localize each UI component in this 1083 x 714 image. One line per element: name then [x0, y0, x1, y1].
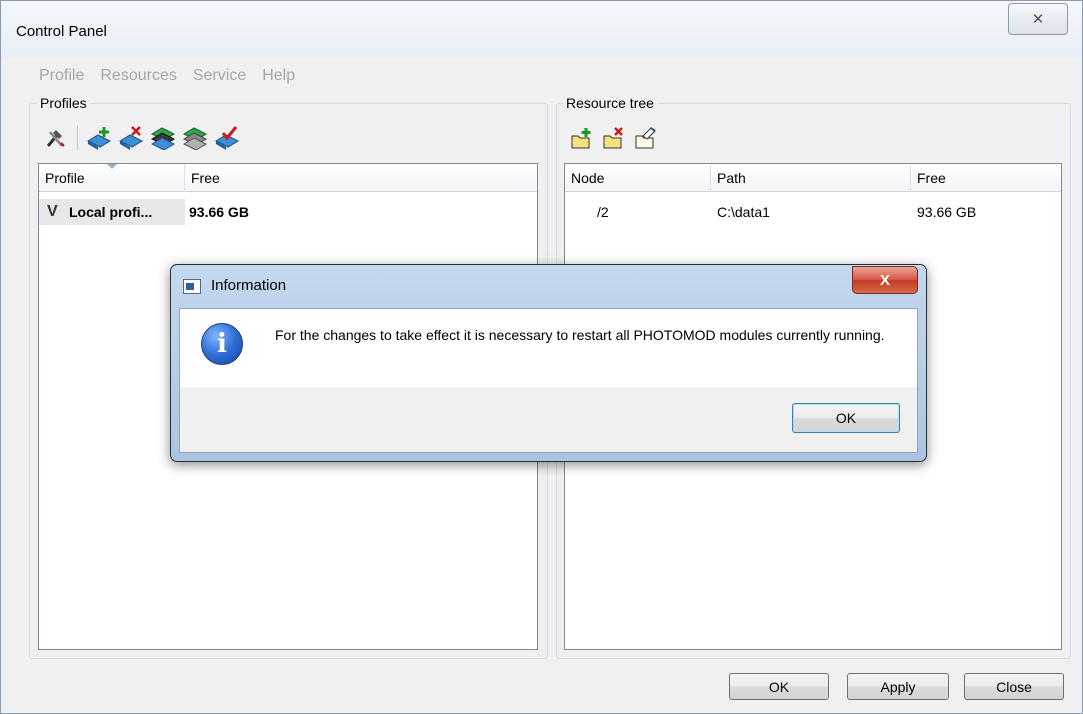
activate-profile-button[interactable] — [212, 125, 242, 151]
profile-row[interactable]: V Local profi... 93.66 GB — [39, 199, 537, 225]
dialog-content: i For the changes to take effect it is n… — [180, 309, 917, 387]
edit-folder-button[interactable] — [631, 125, 661, 151]
profiles-list-header: Profile Free — [39, 164, 537, 192]
information-dialog: Information X i For the changes to take … — [170, 264, 927, 462]
info-icon-glyph: i — [217, 329, 227, 359]
profile-active-check-icon: V — [47, 203, 58, 220]
menu-resources[interactable]: Resources — [94, 65, 182, 89]
close-button[interactable]: Close — [964, 673, 1064, 700]
menu-service[interactable]: Service — [187, 65, 252, 89]
resource-tree-group-label: Resource tree — [563, 95, 657, 111]
remove-profile-button[interactable] — [116, 125, 146, 151]
profiles-toolbar — [41, 125, 242, 151]
window-close-button[interactable]: ✕ — [1008, 3, 1068, 35]
apply-button[interactable]: Apply — [847, 673, 949, 700]
remove-folder-button[interactable] — [599, 125, 629, 151]
add-profile-icon — [86, 127, 112, 150]
resource-row[interactable]: /2 C:\data1 93.66 GB — [565, 199, 1061, 225]
resource-toolbar — [567, 125, 661, 151]
add-folder-button[interactable] — [567, 125, 597, 151]
window-title: Control Panel — [16, 23, 107, 40]
dialog-message: For the changes to take effect it is nec… — [275, 327, 885, 343]
column-node[interactable]: Node — [565, 164, 711, 192]
dialog-title: Information — [211, 277, 287, 294]
menu-help[interactable]: Help — [256, 65, 301, 89]
profile-stack-icon — [150, 127, 176, 150]
close-icon: ✕ — [1031, 11, 1045, 28]
dialog-body: i For the changes to take effect it is n… — [179, 308, 918, 453]
close-icon: X — [879, 271, 890, 289]
add-folder-icon — [571, 128, 591, 149]
toolbar-separator — [77, 126, 78, 150]
profile-free: 93.66 GB — [189, 204, 249, 220]
add-profile-button[interactable] — [84, 125, 114, 151]
profile-stack-gray-button[interactable] — [180, 125, 210, 151]
column-free[interactable]: Free — [185, 164, 537, 192]
remove-folder-icon — [603, 127, 623, 149]
dialog-close-button[interactable]: X — [852, 266, 918, 294]
resource-tree-header: Node Path Free — [565, 164, 1061, 192]
tools-button[interactable] — [41, 125, 71, 151]
resource-path: C:\data1 — [717, 204, 770, 220]
resource-free: 93.66 GB — [917, 204, 977, 220]
activate-profile-icon — [214, 126, 240, 150]
edit-folder-icon — [635, 127, 656, 149]
profile-stack-gray-icon — [182, 127, 208, 150]
ok-button[interactable]: OK — [729, 673, 829, 700]
info-icon: i — [201, 323, 243, 365]
dialog-window-icon — [183, 279, 201, 294]
sort-indicator-icon — [107, 164, 117, 169]
title-bar: Control Panel ✕ — [1, 1, 1082, 57]
column-free[interactable]: Free — [911, 164, 1061, 192]
resource-node: /2 — [597, 204, 609, 220]
profile-stack-button[interactable] — [148, 125, 178, 151]
profiles-group-label: Profiles — [37, 95, 90, 111]
menu-profile[interactable]: Profile — [33, 65, 90, 89]
column-path[interactable]: Path — [711, 164, 911, 192]
remove-profile-icon — [118, 126, 144, 150]
menu-bar: Profile Resources Service Help — [33, 65, 305, 89]
tools-icon — [46, 130, 65, 147]
dialog-ok-button[interactable]: OK — [792, 403, 900, 433]
profile-name: Local profi... — [69, 204, 153, 220]
